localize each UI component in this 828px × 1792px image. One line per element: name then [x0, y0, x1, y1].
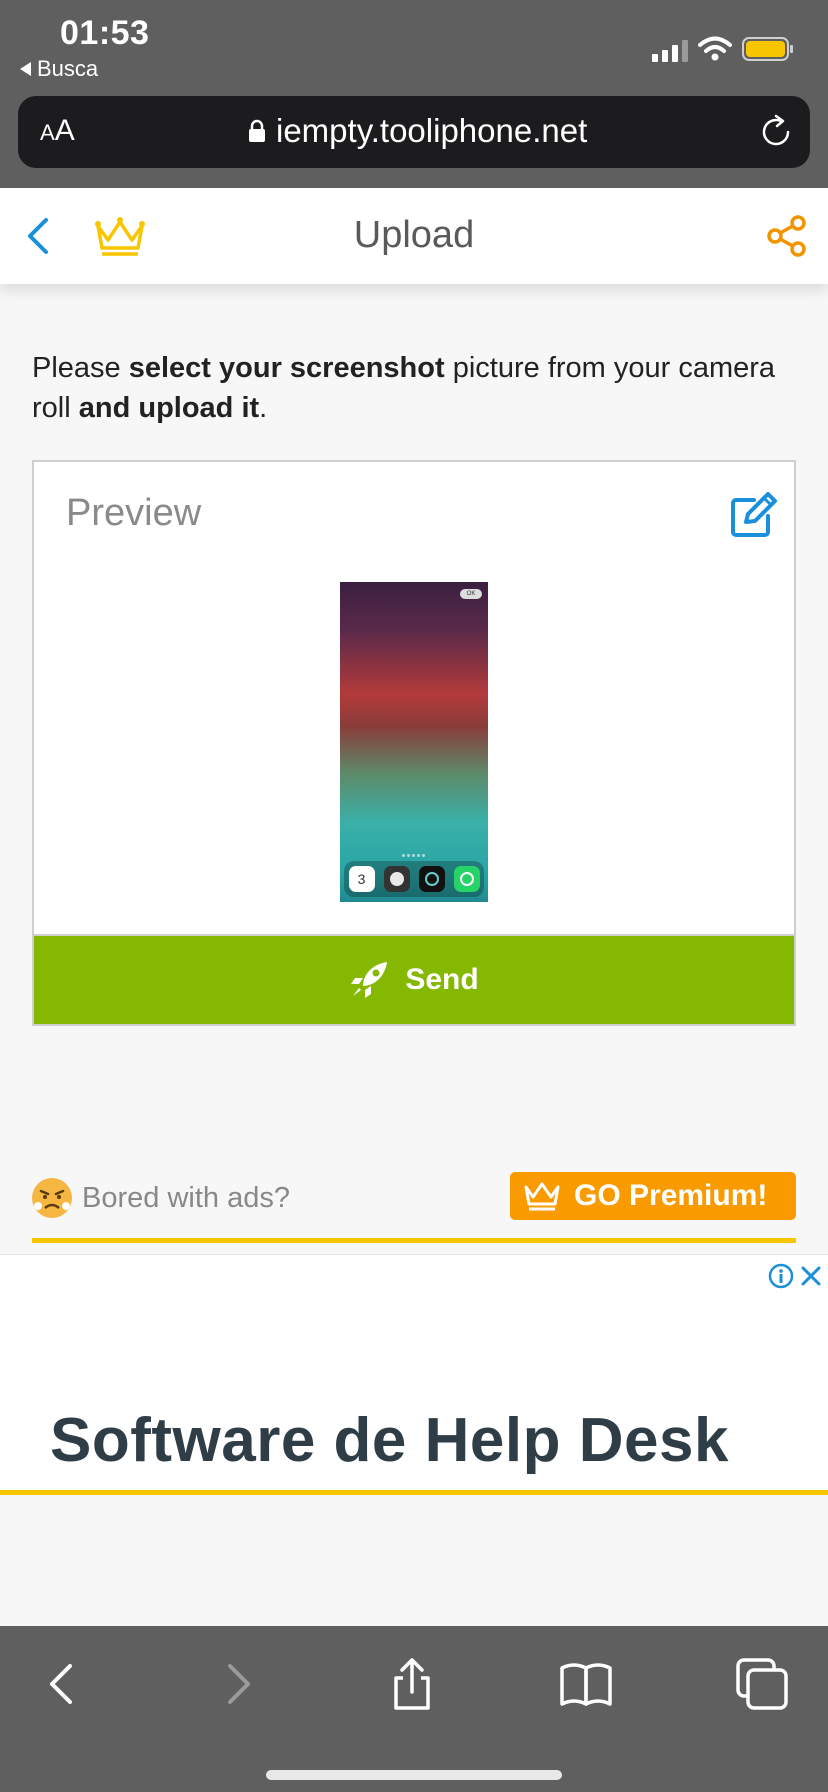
tabs-icon[interactable] [734, 1656, 790, 1712]
upload-instructions: Please select your screenshot picture fr… [32, 352, 776, 424]
bored-text: Bored with ads? [82, 1181, 290, 1214]
lock-icon [249, 119, 265, 142]
address-bar[interactable]: AA iempty.tooliphone.net [18, 96, 810, 168]
share-icon[interactable] [766, 214, 808, 258]
send-label: Send [405, 963, 479, 996]
close-icon[interactable] [800, 1263, 822, 1289]
thumb-dock: 3 [344, 861, 484, 897]
crown-icon [524, 1182, 560, 1211]
forward-icon[interactable] [208, 1656, 264, 1712]
ad-banner[interactable]: Software de Help Desk [0, 1254, 828, 1492]
ads-promo-text: Bored with ads? [32, 1178, 290, 1218]
status-time: 01:53 [60, 14, 150, 52]
url-field[interactable]: iempty.tooliphone.net [248, 112, 587, 150]
back-to-app-link[interactable]: Busca [20, 56, 98, 82]
share-sheet-icon[interactable] [384, 1656, 440, 1712]
send-button[interactable]: Send [34, 934, 794, 1024]
preview-card: Preview OK 3 Send [32, 460, 796, 1026]
page-title: Upload [353, 214, 475, 256]
rocket-icon [351, 962, 388, 998]
reload-icon[interactable] [758, 114, 794, 150]
home-indicator [266, 1770, 562, 1780]
back-app-label: Busca [37, 56, 99, 81]
web-page: Upload Please select your screenshot pic… [0, 188, 828, 1626]
screenshot-preview-image[interactable]: OK 3 [340, 582, 488, 902]
back-icon[interactable] [36, 1656, 92, 1712]
bookmarks-icon[interactable] [558, 1656, 614, 1712]
back-triangle-icon [20, 62, 31, 76]
divider [0, 1490, 828, 1495]
premium-label: GO Premium! [574, 1179, 768, 1212]
preview-heading: Preview [66, 492, 202, 534]
page-header: Upload [0, 188, 828, 284]
calendar-app-icon: 3 [348, 866, 375, 892]
edit-icon[interactable] [730, 492, 778, 538]
ad-headline[interactable]: Software de Help Desk [50, 1405, 729, 1476]
duck-app-icon [383, 866, 410, 892]
browser-toolbar [0, 1626, 828, 1792]
info-icon[interactable] [768, 1263, 794, 1289]
cellular-signal-icon [652, 40, 688, 62]
wifi-icon [698, 36, 732, 61]
url-text: iempty.tooliphone.net [276, 112, 588, 149]
accessibility-app-icon [418, 866, 445, 892]
whatsapp-app-icon [453, 866, 480, 892]
page-dots [402, 854, 428, 857]
divider [32, 1238, 796, 1243]
text-size-button[interactable]: AA [40, 114, 75, 148]
status-bar: 01:53 Busca [0, 0, 828, 90]
thumb-ok-badge: OK [460, 589, 482, 599]
go-premium-button[interactable]: GO Premium! [510, 1172, 796, 1220]
angry-face-icon [32, 1178, 72, 1218]
battery-icon [742, 37, 793, 61]
